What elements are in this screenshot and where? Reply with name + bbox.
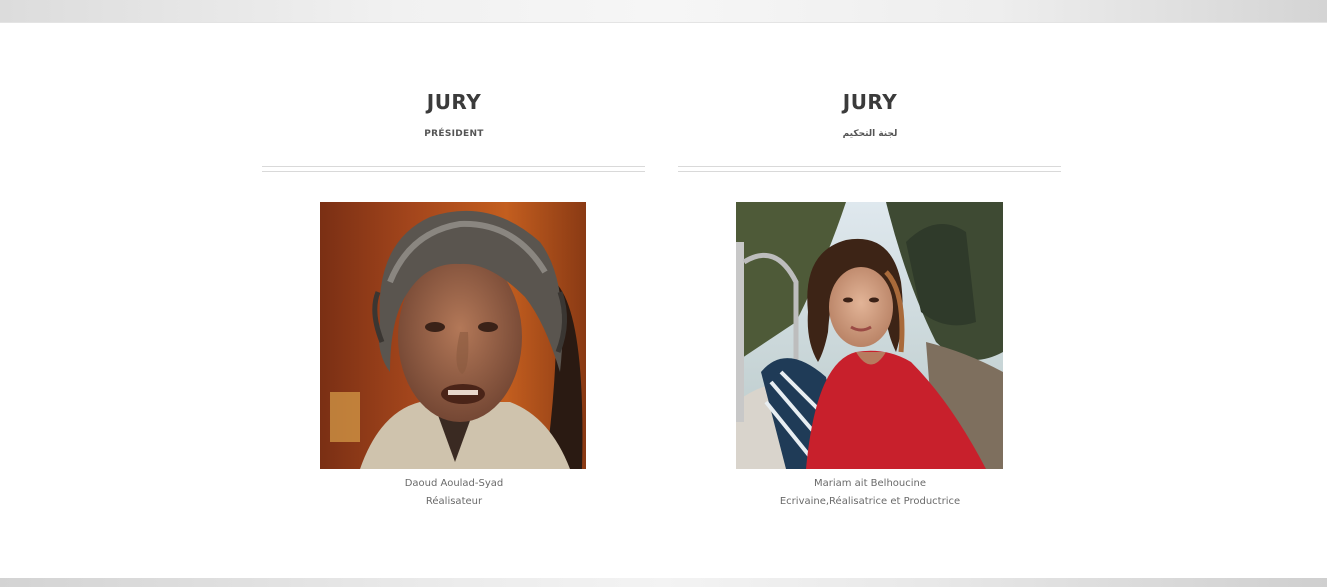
jury-heading: JURY [842,90,898,114]
section-divider [678,166,1061,172]
member-role: Ecrivaine,Réalisatrice et Productrice [779,496,961,507]
top-banner-strip [0,0,1327,23]
jury-heading: JURY [426,90,482,114]
member-photo [736,202,1003,469]
jury-subheading-arabic: لجنة التحكيم [842,129,898,139]
jury-arabic-column: JURY لجنة التحكيم Mariam ait Belhoucine … [678,0,1062,578]
jury-president-column: JURY PRÉSIDENT Daoud Aoulad-Syad Réalisa… [262,0,646,578]
member-name: Daoud Aoulad-Syad [404,478,504,489]
bottom-banner-strip [0,578,1327,587]
section-divider [262,166,645,172]
member-photo [320,202,586,469]
member-role: Réalisateur [425,496,483,507]
jury-subheading: PRÉSIDENT [424,129,484,139]
member-name: Mariam ait Belhoucine [813,478,927,489]
